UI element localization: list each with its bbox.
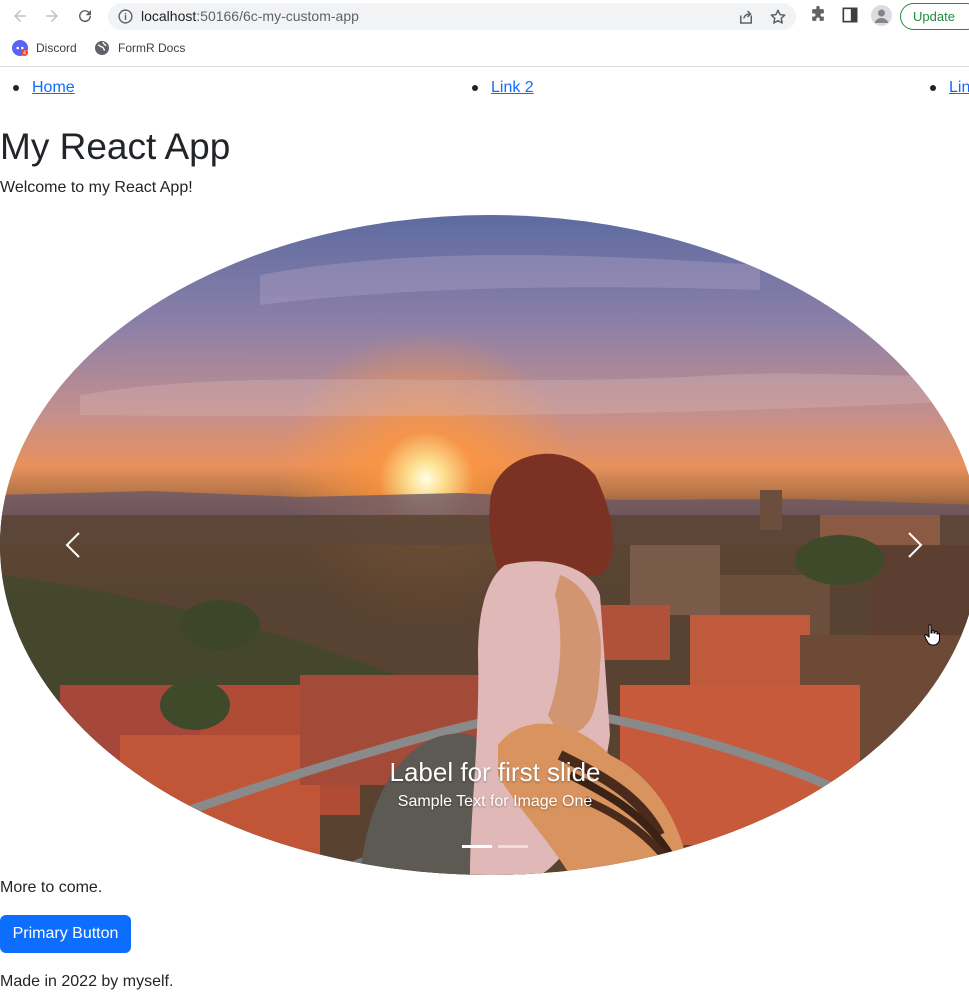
nav-item-link-3: Lin xyxy=(930,76,969,100)
hand-cursor-icon xyxy=(924,624,940,646)
reload-icon[interactable] xyxy=(73,4,97,28)
extensions-icon[interactable] xyxy=(808,5,828,25)
nav-item-home: Home xyxy=(13,76,75,100)
nav-link-link-3[interactable]: Lin xyxy=(949,79,969,96)
page-title: My React App xyxy=(0,126,231,167)
discord-badge-glyph: 4 xyxy=(23,51,26,57)
side-panel-icon[interactable] xyxy=(840,5,860,25)
nav-item-link-2: Link 2 xyxy=(472,76,534,100)
share-icon[interactable] xyxy=(737,8,755,26)
indicator-slide-2[interactable] xyxy=(498,845,528,848)
nav-link-home[interactable]: Home xyxy=(32,79,75,96)
caption-text: Sample Text for Image One xyxy=(397,793,593,810)
bookmark-label: Discord xyxy=(36,41,77,55)
nav-link-link-2[interactable]: Link 2 xyxy=(491,79,534,96)
bookmark-label: FormR Docs xyxy=(118,41,186,55)
discord-icon: 4 xyxy=(12,40,28,56)
url-path: :50166/6c-my-custom-app xyxy=(196,8,359,24)
carousel-indicators xyxy=(462,845,528,848)
nav-list: Home Link 2 Lin xyxy=(0,76,969,100)
image-carousel[interactable]: Label for first slide Sample Text for Im… xyxy=(0,215,969,875)
star-icon[interactable] xyxy=(769,8,787,26)
list-bullet xyxy=(13,85,19,91)
globe-icon xyxy=(95,41,109,55)
list-bullet xyxy=(930,85,936,91)
footer-text: Made in 2022 by myself. xyxy=(0,973,174,990)
chevron-left-icon xyxy=(65,532,80,558)
url-text[interactable]: localhost:50166/6c-my-custom-app xyxy=(141,8,359,24)
bookmark-formr-docs[interactable]: FormR Docs xyxy=(94,38,185,58)
chevron-right-icon xyxy=(908,532,923,558)
more-text: More to come. xyxy=(0,879,103,896)
carousel-caption: Label for first slide Sample Text for Im… xyxy=(0,755,969,813)
back-icon[interactable] xyxy=(8,4,32,28)
primary-button[interactable]: Primary Button xyxy=(0,915,131,953)
carousel-next-button[interactable] xyxy=(900,525,930,565)
url-host: localhost xyxy=(141,8,197,24)
info-icon[interactable] xyxy=(117,8,134,25)
caption-title: Label for first slide xyxy=(389,757,601,787)
address-bar[interactable]: localhost:50166/6c-my-custom-app xyxy=(108,3,796,30)
carousel-prev-button[interactable] xyxy=(58,525,88,565)
forward-icon[interactable] xyxy=(40,4,64,28)
profile-icon[interactable] xyxy=(871,5,892,26)
indicator-slide-1[interactable] xyxy=(462,845,492,848)
bookmark-discord[interactable]: 4 Discord xyxy=(12,38,77,58)
update-button[interactable]: Update xyxy=(900,3,969,30)
browser-toolbar: localhost:50166/6c-my-custom-app Update … xyxy=(0,0,969,67)
list-bullet xyxy=(472,85,478,91)
welcome-text: Welcome to my React App! xyxy=(0,179,193,196)
